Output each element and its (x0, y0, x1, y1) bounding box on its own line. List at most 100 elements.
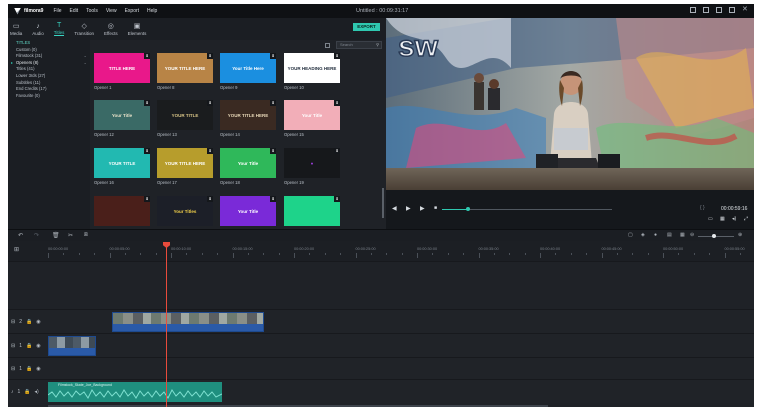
category-custom[interactable]: Custom (0) (8, 47, 90, 54)
menu-edit[interactable]: Edit (70, 8, 79, 14)
next-frame-icon[interactable]: ▶ (420, 205, 425, 212)
tab-media[interactable]: ▭ Media (10, 18, 22, 40)
search-input[interactable]: Search ⚲ (336, 41, 382, 49)
video-clip[interactable] (112, 312, 264, 332)
download-icon[interactable]: ⬇ (334, 148, 340, 154)
notification-icon[interactable] (703, 7, 709, 13)
download-icon[interactable]: ⬇ (334, 100, 340, 106)
snapshot-icon[interactable]: ▭ (708, 216, 713, 222)
lock-icon[interactable]: 🔒 (24, 389, 30, 395)
category-end-credits[interactable]: End Credits (17) (8, 86, 90, 93)
title-thumbnail[interactable]: Your Titles ⬇ (157, 196, 213, 226)
title-thumbnail[interactable]: YOUR TITLE ⬇ Opener 13 (157, 100, 213, 137)
tab-transition[interactable]: ◇ Transition (74, 18, 94, 40)
audio-clip[interactable]: Filmstock_Skate_Joe_Background (48, 382, 222, 402)
grid-view-icon[interactable] (325, 43, 330, 48)
fullscreen-icon[interactable]: ⤢ (744, 216, 748, 222)
zoom-out-icon[interactable]: ⊖ (690, 232, 694, 238)
download-icon[interactable]: ⬇ (144, 53, 150, 59)
seek-handle[interactable] (465, 207, 470, 211)
title-thumbnail[interactable]: Your Title Here ⬇ Opener 9 (220, 53, 276, 90)
timeline-zoom-slider[interactable] (698, 234, 734, 238)
category-filmstock[interactable]: Filmstock (31) ⌄ (8, 53, 90, 60)
eye-icon[interactable]: ◉ (36, 343, 40, 349)
undo-icon[interactable]: ↶ (18, 232, 23, 239)
volume-icon[interactable]: ◂) (732, 216, 736, 222)
category-openers[interactable]: ▸ Openers (8) ⌄ (8, 60, 90, 67)
timeline-ruler[interactable]: ⊞ 00:00:00:00 00:00:05:00 00:00:10:00 00:00… (8, 241, 754, 261)
title-thumbnail[interactable]: Your Title ⬇ Opener 12 (94, 100, 150, 137)
playback-seek-bar[interactable] (442, 207, 612, 211)
menu-tools[interactable]: Tools (86, 8, 98, 14)
split-icon[interactable]: ⧈ (84, 232, 88, 239)
library-scrollbar[interactable] (382, 188, 384, 218)
category-titles[interactable]: Titles (41) (8, 66, 90, 73)
download-icon[interactable]: ⬇ (207, 196, 213, 202)
menu-export[interactable]: Export (125, 8, 139, 14)
title-thumbnail[interactable]: YOUR HEADING HERE ⬇ Opener 10 (284, 53, 340, 90)
download-icon[interactable]: ⬇ (270, 148, 276, 154)
category-subtitles[interactable]: Subtitles (11) (8, 80, 90, 87)
snapshot-timeline-icon[interactable]: ▦ (680, 232, 685, 238)
redo-icon[interactable]: ↷ (34, 232, 39, 239)
mark-in-out-icon[interactable]: { } (700, 205, 705, 211)
delete-icon[interactable]: 🗑 (52, 232, 60, 239)
title-thumbnail[interactable]: ● ⬇ Opener 19 (284, 148, 340, 185)
tab-effects[interactable]: ◎ Effects (104, 18, 118, 40)
speaker-icon[interactable]: ◂) (35, 389, 39, 395)
close-icon[interactable]: ✕ (742, 6, 748, 13)
title-thumbnail[interactable]: Your Title ⬇ Opener 18 (220, 148, 276, 185)
download-icon[interactable]: ⬇ (207, 148, 213, 154)
eye-icon[interactable]: ◉ (36, 319, 40, 325)
download-icon[interactable]: ⬇ (334, 53, 340, 59)
title-thumbnail[interactable]: TITLE HERE ⬇ Opener 1 (94, 53, 150, 90)
render-icon[interactable]: ▦ (720, 216, 725, 222)
zoom-handle[interactable] (712, 234, 716, 238)
lock-icon[interactable]: 🔒 (26, 343, 32, 349)
tab-titles[interactable]: T Titles (53, 18, 65, 40)
download-icon[interactable]: ⬇ (144, 148, 150, 154)
title-thumbnail[interactable]: YOUR TITLE HERE ⬇ Opener 17 (157, 148, 213, 185)
title-thumbnail[interactable]: Your Title ⬇ (220, 196, 276, 226)
download-icon[interactable]: ⬇ (144, 100, 150, 106)
download-icon[interactable]: ⬇ (207, 53, 213, 59)
cut-icon[interactable]: ✂ (68, 232, 73, 239)
title-thumbnail[interactable]: YOUR TITLE HERE ⬇ Opener 8 (157, 53, 213, 90)
tab-audio[interactable]: ♪ Audio (32, 18, 44, 40)
marker-icon[interactable]: ◈ (641, 232, 645, 238)
title-thumbnail[interactable]: ⬇ (284, 196, 340, 226)
category-lower-thirds[interactable]: Lower 3rds (27) (8, 73, 90, 80)
add-track-icon[interactable]: ⊞ (14, 246, 19, 253)
zoom-in-icon[interactable]: ⊕ (738, 232, 742, 238)
title-thumbnail[interactable]: YOUR TITLE ⬇ Opener 16 (94, 148, 150, 185)
lock-icon[interactable]: 🔒 (26, 319, 32, 325)
menu-file[interactable]: File (53, 8, 61, 14)
video-clip[interactable] (48, 336, 96, 356)
minimize-icon[interactable] (716, 7, 722, 13)
download-icon[interactable]: ⬇ (207, 100, 213, 106)
tab-elements[interactable]: ▣ Elements (128, 18, 147, 40)
download-icon[interactable]: ⬇ (144, 196, 150, 202)
account-icon[interactable] (690, 7, 696, 13)
stop-icon[interactable]: ■ (434, 205, 437, 211)
voiceover-icon[interactable]: ● (654, 232, 657, 238)
eye-icon[interactable]: ◉ (36, 366, 40, 372)
audio-mixer-icon[interactable]: ▤ (667, 232, 672, 238)
previous-frame-icon[interactable]: ◀ (392, 205, 397, 212)
download-icon[interactable]: ⬇ (334, 196, 340, 202)
menu-help[interactable]: Help (147, 8, 157, 14)
title-thumbnail[interactable]: YOUR TITLE HERE ⬇ Opener 14 (220, 100, 276, 137)
timeline-horizontal-scrollbar[interactable] (48, 405, 548, 407)
play-icon[interactable]: ▶ (406, 205, 411, 212)
menu-view[interactable]: View (106, 8, 117, 14)
playhead[interactable] (163, 242, 170, 407)
download-icon[interactable]: ⬇ (270, 53, 276, 59)
category-favourite[interactable]: Favourite (0) (8, 93, 90, 100)
download-icon[interactable]: ⬇ (270, 196, 276, 202)
download-icon[interactable]: ⬇ (270, 100, 276, 106)
export-button[interactable]: EXPORT (353, 23, 380, 31)
title-thumbnail[interactable]: ⬇ (94, 196, 150, 226)
render-preview-icon[interactable]: ▢ (628, 232, 633, 238)
maximize-icon[interactable] (729, 7, 735, 13)
title-thumbnail[interactable]: Your Title ⬇ Opener 15 (284, 100, 340, 137)
